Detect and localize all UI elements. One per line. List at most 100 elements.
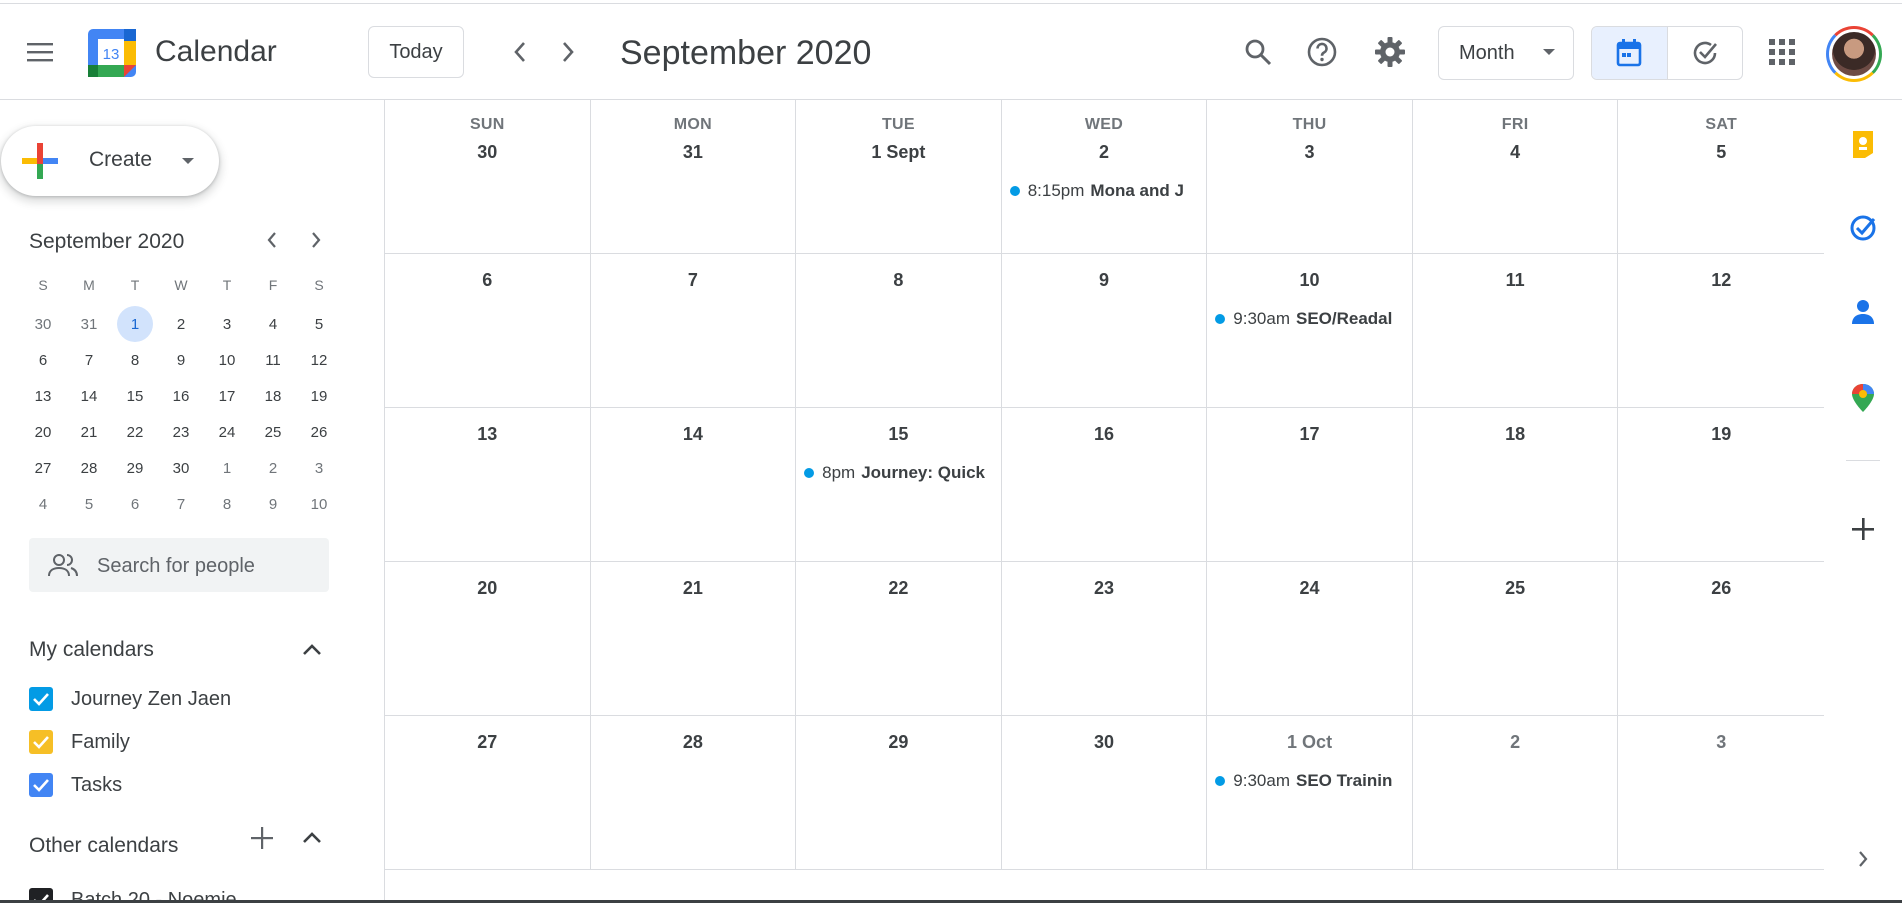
day-number[interactable]: 24 [1207,578,1412,599]
mini-calendar-day[interactable]: 22 [112,414,158,450]
mini-calendar-day[interactable]: 7 [158,486,204,522]
mini-calendar-day[interactable]: 16 [158,378,204,414]
day-number[interactable]: 3 [1207,142,1412,163]
day-cell[interactable]: 27 [385,716,591,870]
day-number[interactable]: 2 [1413,732,1618,753]
tasks-view-toggle[interactable] [1666,27,1743,79]
day-number[interactable]: 16 [1002,424,1207,445]
other-calendars-collapse-button[interactable] [298,824,326,852]
calendar-list-item[interactable]: Family [29,726,130,758]
show-side-panel-button[interactable] [1841,837,1885,881]
mini-calendar-day[interactable]: 4 [250,306,296,342]
my-calendars-collapse-button[interactable] [298,636,326,664]
calendar-checkbox[interactable] [29,687,53,711]
mini-calendar-day[interactable]: 20 [20,414,66,450]
calendar-list-item[interactable]: Journey Zen Jaen [29,683,231,715]
day-cell[interactable]: 3 [1618,716,1824,870]
day-cell[interactable]: WED 2 8:15pm Mona and J [1001,100,1208,254]
mini-calendar-day[interactable]: 26 [296,414,342,450]
day-number[interactable]: 4 [1413,142,1618,163]
day-cell[interactable]: MON 31 [590,100,797,254]
day-cell[interactable]: 7 [590,254,797,408]
day-number[interactable]: 12 [1618,270,1824,291]
day-number[interactable]: 20 [385,578,590,599]
day-cell[interactable]: 24 [1207,562,1413,716]
mini-calendar-prev-button[interactable] [258,226,286,254]
search-button[interactable] [1234,28,1282,76]
day-cell[interactable]: 11 [1412,254,1619,408]
mini-calendar-day[interactable]: 7 [66,342,112,378]
people-search-box[interactable] [29,538,329,594]
mini-calendar-day[interactable]: 23 [158,414,204,450]
day-cell[interactable]: 26 [1618,562,1824,716]
mini-calendar-day[interactable]: 8 [112,342,158,378]
day-number[interactable]: 18 [1413,424,1618,445]
day-number[interactable]: 22 [796,578,1001,599]
day-number[interactable]: 6 [385,270,590,291]
day-number[interactable]: 25 [1413,578,1618,599]
mini-calendar-next-button[interactable] [302,226,330,254]
day-cell[interactable]: 12 [1618,254,1824,408]
next-period-button[interactable] [544,28,592,76]
day-cell[interactable]: 10 9:30am SEO/Readal [1207,254,1413,408]
day-cell[interactable]: TUE 1 Sept [796,100,1002,254]
mini-calendar-day[interactable]: 30 [158,450,204,486]
day-cell[interactable]: FRI 4 [1412,100,1619,254]
day-cell[interactable]: 23 [1001,562,1208,716]
mini-calendar-day[interactable]: 21 [66,414,112,450]
day-number[interactable]: 30 [1002,732,1207,753]
previous-period-button[interactable] [496,28,544,76]
calendar-logo[interactable]: 13 [88,29,136,77]
day-cell[interactable]: SAT 5 [1618,100,1824,254]
day-number[interactable]: 28 [591,732,796,753]
mini-calendar-day[interactable]: 27 [20,450,66,486]
day-number[interactable]: 1 Sept [796,142,1001,163]
tasks-addon-button[interactable] [1841,206,1885,250]
day-cell[interactable]: 1 Oct 9:30am SEO Trainin [1207,716,1413,870]
day-number[interactable]: 1 Oct [1207,732,1412,753]
day-number[interactable]: 3 [1618,732,1824,753]
contacts-button[interactable] [1841,290,1885,334]
calendar-checkbox[interactable] [29,773,53,797]
event-chip[interactable]: 8pm Journey: Quick [802,461,995,485]
mini-calendar-day[interactable]: 14 [66,378,112,414]
account-avatar[interactable] [1826,26,1882,82]
mini-calendar-day[interactable]: 10 [204,342,250,378]
mini-calendar-day[interactable]: 5 [296,306,342,342]
mini-calendar-day[interactable]: 17 [204,378,250,414]
mini-calendar-day[interactable]: 24 [204,414,250,450]
day-cell[interactable]: 20 [385,562,591,716]
mini-calendar-day[interactable]: 13 [20,378,66,414]
day-number[interactable]: 14 [591,424,796,445]
mini-calendar-day[interactable]: 9 [158,342,204,378]
day-number[interactable]: 2 [1002,142,1207,163]
mini-calendar-day[interactable]: 18 [250,378,296,414]
support-button[interactable] [1298,28,1346,76]
day-number[interactable]: 13 [385,424,590,445]
mini-calendar-day[interactable]: 29 [112,450,158,486]
day-cell[interactable]: 21 [590,562,797,716]
event-chip[interactable]: 9:30am SEO Trainin [1213,769,1406,793]
mini-calendar-day[interactable]: 2 [250,450,296,486]
day-number[interactable]: 23 [1002,578,1207,599]
create-button[interactable]: Create [1,126,219,196]
get-addons-button[interactable] [1841,507,1885,551]
day-number[interactable]: 29 [796,732,1001,753]
calendar-list-item[interactable]: Tasks [29,769,122,801]
main-menu-button[interactable] [16,28,64,76]
calendar-view-toggle[interactable] [1592,27,1667,79]
day-cell[interactable]: 9 [1001,254,1208,408]
day-number[interactable]: 31 [591,142,796,163]
day-cell[interactable]: 29 [796,716,1002,870]
day-number[interactable]: 21 [591,578,796,599]
day-cell[interactable]: 18 [1412,408,1619,562]
day-cell[interactable]: 8 [796,254,1002,408]
mini-calendar-day[interactable]: 2 [158,306,204,342]
calendar-checkbox[interactable] [29,730,53,754]
day-number[interactable]: 9 [1002,270,1207,291]
mini-calendar-day[interactable]: 6 [112,486,158,522]
mini-calendar-day[interactable]: 6 [20,342,66,378]
mini-calendar-day[interactable]: 5 [66,486,112,522]
mini-calendar-day[interactable]: 31 [66,306,112,342]
day-cell[interactable]: 2 [1412,716,1619,870]
